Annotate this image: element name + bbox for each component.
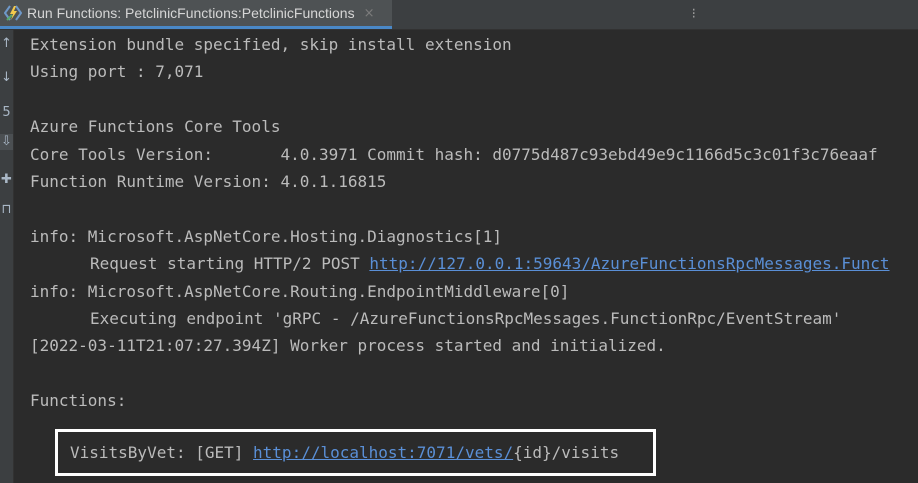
stop-icon[interactable]: ↓	[0, 70, 13, 86]
trash-icon[interactable]: ⊓	[0, 202, 13, 218]
restore-icon[interactable]: 5	[0, 105, 13, 121]
console-line: info: Microsoft.AspNetCore.Hosting.Diagn…	[30, 226, 503, 246]
console-line: [2022-03-11T21:07:27.394Z] Worker proces…	[30, 336, 666, 356]
console-line: Using port : 7,071	[30, 62, 204, 82]
function-endpoint-highlight: VisitsByVet: [GET] http://localhost:7071…	[55, 429, 656, 476]
request-link[interactable]: http://127.0.0.1:59643/AzureFunctionsRpc…	[369, 254, 889, 273]
function-endpoint-suffix: {id}/visits	[513, 443, 620, 462]
console-line: Azure Functions Core Tools	[30, 117, 281, 137]
more-options-icon[interactable]: ⁝	[692, 6, 696, 22]
function-name: VisitsByVet: [GET]	[70, 443, 254, 462]
console-line: Request starting HTTP/2 POST http://127.…	[30, 250, 918, 277]
tab-label: Run Functions: PetclinicFunctions:Petcli…	[27, 5, 355, 21]
pin-icon[interactable]: ✚	[0, 172, 13, 188]
console-line: Extension bundle specified, skip install…	[30, 35, 512, 54]
run-toolbar: ↑ ↓ 5 ⇩ ✚ ⊓	[0, 30, 14, 483]
close-icon[interactable]: ×	[364, 6, 375, 21]
console-line: Executing endpoint 'gRPC - /AzureFunctio…	[90, 308, 842, 328]
console-output[interactable]: Extension bundle specified, skip install…	[30, 31, 918, 483]
azure-functions-icon	[4, 5, 22, 21]
run-tab-bar: Run Functions: PetclinicFunctions:Petcli…	[0, 0, 918, 30]
console-line: Core Tools Version: 4.0.3971 Commit hash…	[30, 144, 878, 164]
console-line: Function Runtime Version: 4.0.1.16815	[30, 171, 387, 191]
rerun-icon[interactable]: ↑	[0, 36, 13, 52]
scroll-to-end-icon[interactable]: ⇩	[0, 134, 13, 150]
run-tool-window: Run Functions: PetclinicFunctions:Petcli…	[0, 0, 918, 483]
tab-run-functions[interactable]: Run Functions: PetclinicFunctions:Petcli…	[0, 0, 392, 29]
function-endpoint-link[interactable]: http://localhost:7071/vets/	[253, 443, 513, 462]
request-prefix: Request starting HTTP/2 POST	[90, 254, 370, 274]
console-line: info: Microsoft.AspNetCore.Routing.Endpo…	[30, 281, 570, 301]
console-line: Functions:	[30, 391, 127, 411]
